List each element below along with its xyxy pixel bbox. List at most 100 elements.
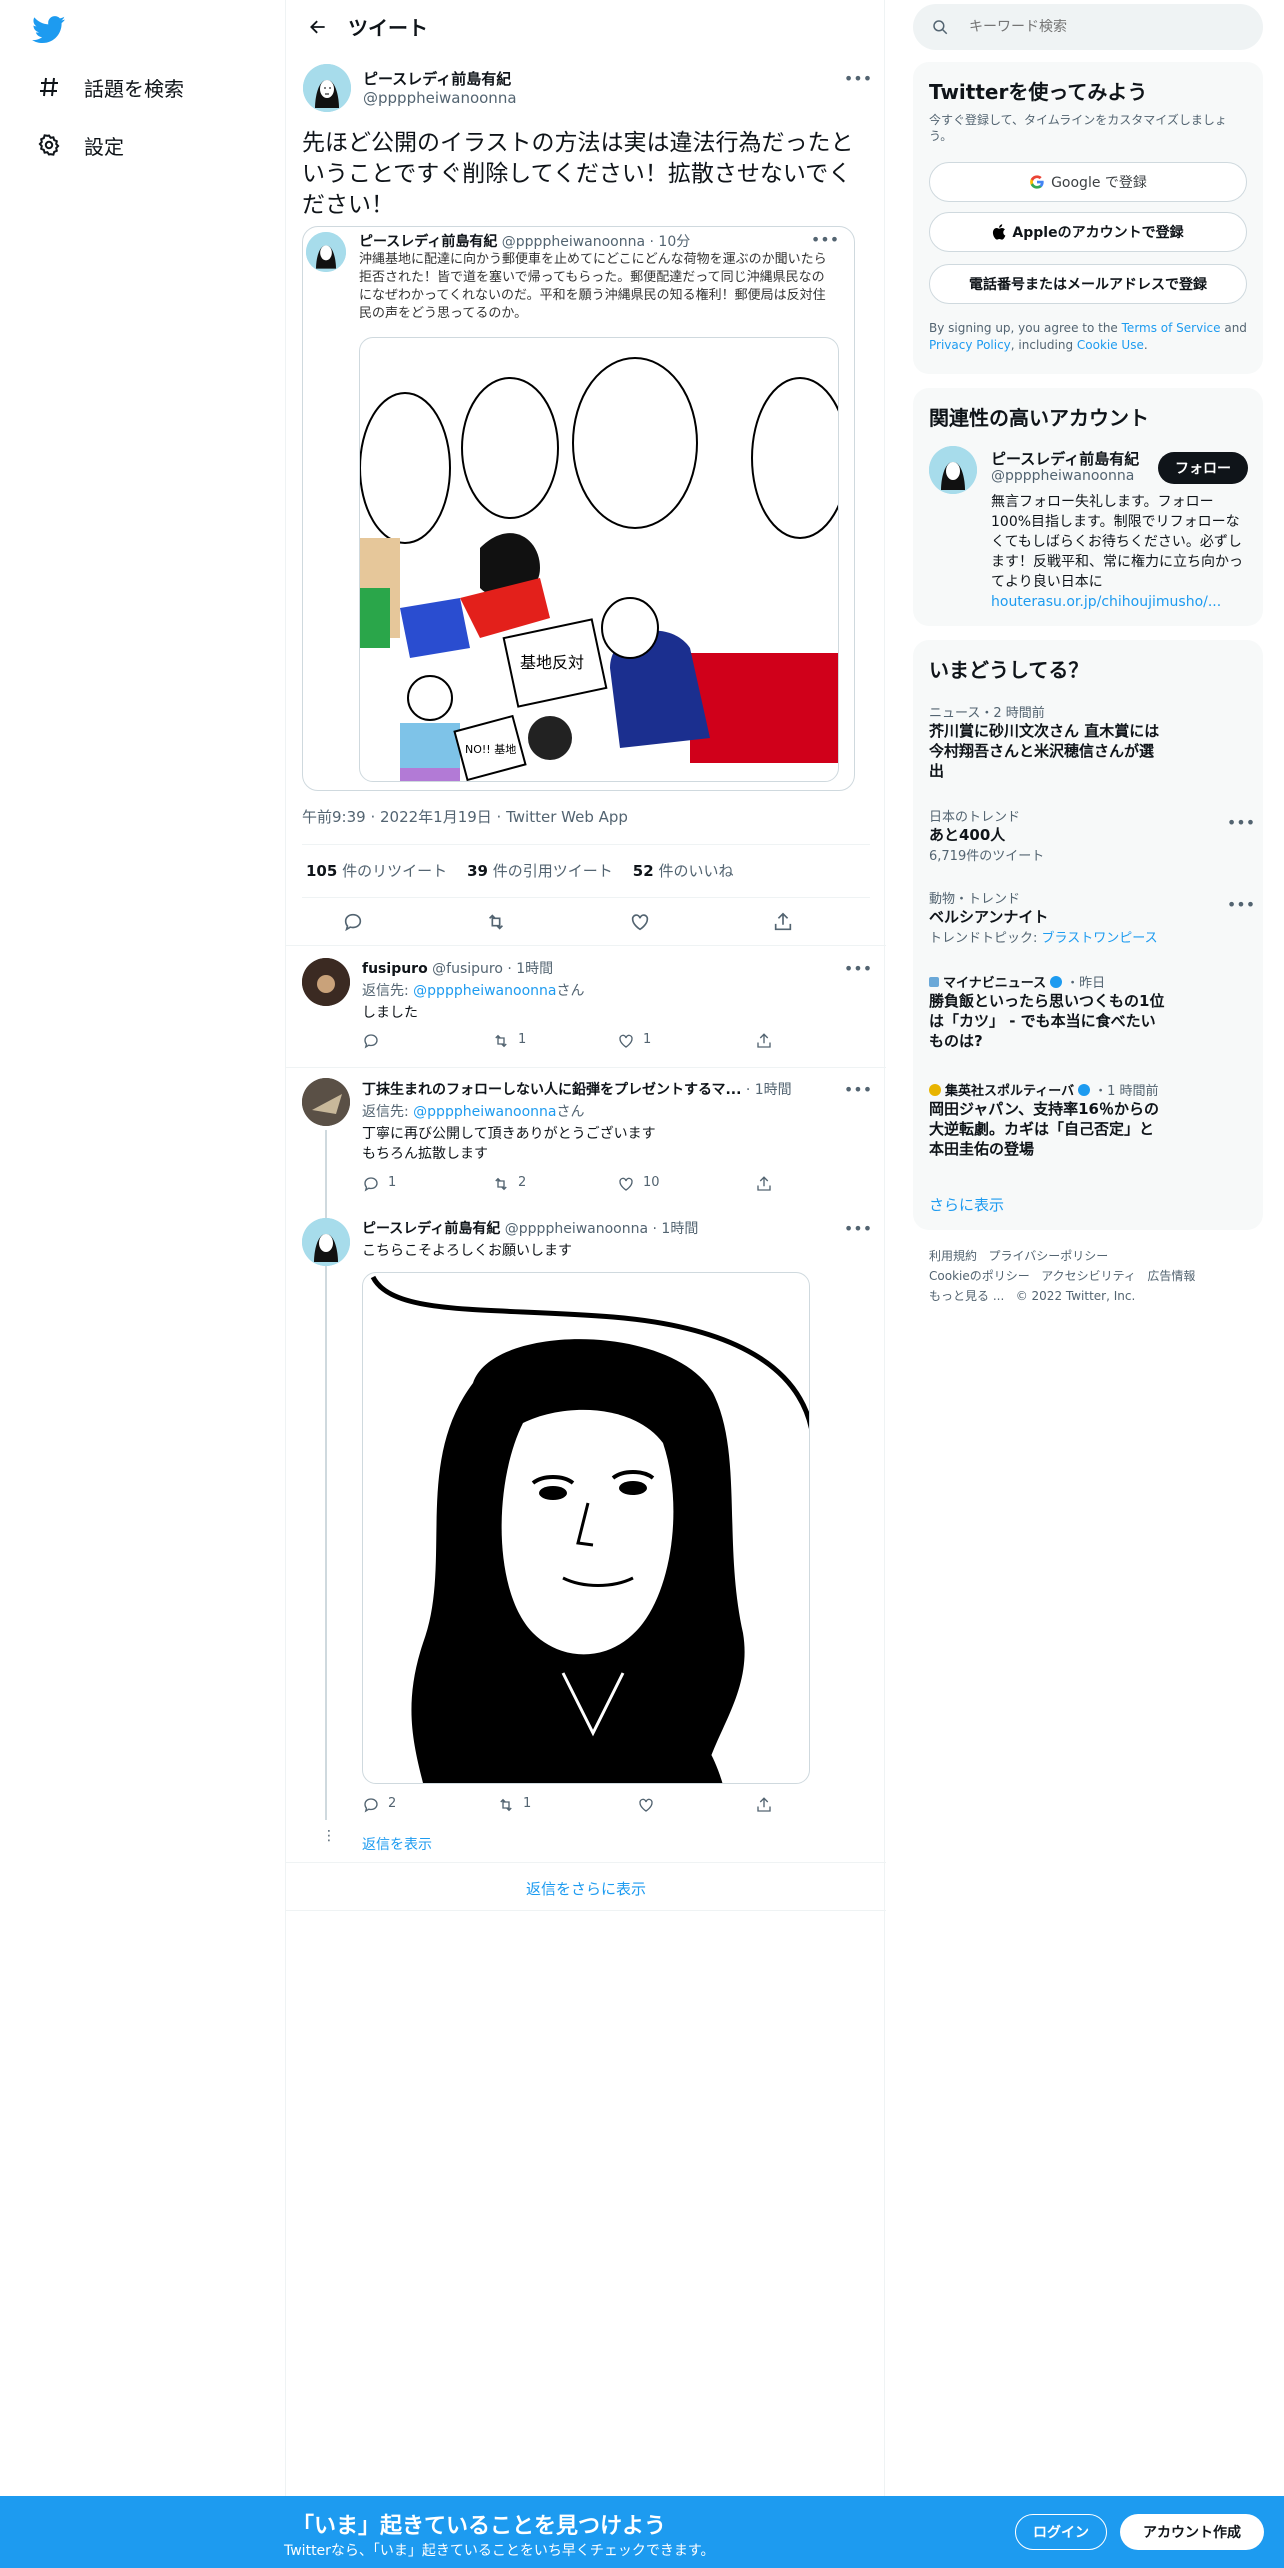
twitter-logo-icon[interactable] [32,16,66,44]
retweet-button[interactable]: 2 [492,1175,526,1193]
reply-text: こちらこそよろしくお願いします [362,1243,572,1259]
likes-stat[interactable]: 52 件のいいね [633,860,734,881]
quote-more-icon[interactable]: ••• [811,227,839,251]
copyright: © 2022 Twitter, Inc. [1015,1289,1136,1303]
reply-handle[interactable]: @ppppheiwanoonna [505,1221,648,1237]
apple-signup-button[interactable]: Appleのアカウントで登録 [929,212,1247,252]
search-box[interactable] [913,4,1263,50]
reply-to-link[interactable]: @ppppheiwanoonna [413,983,556,999]
trend-item[interactable]: 日本のトレンド あと400人 6,719件のツイート [929,806,1249,864]
reply-avatar[interactable] [302,1218,350,1266]
back-arrow-icon[interactable] [290,0,346,53]
share-icon[interactable] [772,911,794,937]
related-avatar[interactable] [929,446,977,494]
like-icon[interactable] [629,911,651,937]
divider [286,1067,886,1068]
quote-text: 沖縄基地に配達に向かう郵便車を止めてにどこにどんな荷物を運ぶのか聞いたら拒否され… [359,252,827,321]
follow-button[interactable]: フォロー [1158,452,1248,484]
related-name[interactable]: ピースレディ前島有紀 [991,448,1139,469]
gear-icon [34,130,64,160]
more-replies-link[interactable]: 返信をさらに表示 [286,1878,886,1899]
tweet-meta[interactable]: 午前9:39 · 2022年1月19日 · Twitter Web App [302,806,628,827]
more-icon[interactable]: ••• [1227,892,1255,916]
reply-handle[interactable]: @fusipuro [432,961,503,977]
reply-avatar[interactable] [302,1078,350,1126]
trend-item[interactable]: マイナビニュース ・昨日 勝負飯といったら思いつくもの1位 は「カツ」 - でも本… [929,972,1249,1051]
avatar[interactable] [303,64,351,112]
reply-button[interactable]: 1 [362,1175,396,1193]
like-button[interactable]: 1 [617,1032,651,1050]
login-button[interactable]: ログイン [1015,2514,1107,2550]
reply-time[interactable]: · 1時間 [746,1082,792,1098]
cookie-link[interactable]: Cookie Use [1077,338,1144,352]
reply-name[interactable]: 丁抹生まれのフォローしない人に鉛弾をプレゼントするマ... [362,1082,741,1098]
more-icon[interactable]: ••• [844,1077,872,1101]
reply-icon[interactable] [342,911,364,937]
reply-icon[interactable] [362,1032,380,1054]
quote-illustration[interactable]: 基地反対 NO!! 基地 [359,337,839,782]
quote-avatar [306,232,346,272]
footer-link[interactable]: Cookieのポリシー [929,1269,1030,1283]
reply-to-link[interactable]: @ppppheiwanoonna [413,1104,556,1120]
related-bio-link[interactable]: houterasu.or.jp/chihoujimusho/... [991,594,1221,610]
trend-item[interactable]: 集英社スポルティーバ ・1 時間前 岡田ジャパン、支持率16％からの 大逆転劇。カ… [929,1080,1249,1159]
more-icon[interactable]: ••• [844,1216,872,1240]
terms-link[interactable]: Terms of Service [1122,321,1221,335]
google-signup-button[interactable]: Google で登録 [929,162,1247,202]
author-name[interactable]: ピースレディ前島有紀 [363,68,511,89]
quote-author-handle: @ppppheiwanoonna [501,234,646,250]
nav-settings[interactable]: 設定 [34,130,124,160]
reply-to-line: 返信先: @ppppheiwanoonnaさん [362,1104,585,1120]
nav-explore[interactable]: 話題を検索 [34,72,184,102]
trends-card: いまどうしてる？ ニュース・2 時間前 芥川賞に砂川文次さん 直木賞には 今村翔… [913,640,1263,1230]
like-button[interactable]: 10 [617,1175,660,1193]
reply-illustration[interactable] [362,1272,810,1784]
more-icon[interactable]: ••• [1227,810,1255,834]
create-account-button[interactable]: アカウント作成 [1120,2514,1264,2550]
tweet-actions [302,905,870,941]
footer-link[interactable]: プライバシーポリシー [988,1249,1108,1263]
show-more-trends-link[interactable]: さらに表示 [929,1194,1004,1215]
reply-text: もちろん拡散します [362,1146,488,1162]
search-icon [931,18,949,36]
phone-email-signup-button[interactable]: 電話番号またはメールアドレスで登録 [929,264,1247,304]
reply-time[interactable]: · 1時間 [507,961,553,977]
footer-link[interactable]: 利用規約 [929,1249,977,1263]
like-icon[interactable] [637,1796,655,1818]
more-icon[interactable]: ••• [844,956,872,980]
show-replies-link[interactable]: 返信を表示 [362,1834,432,1854]
share-icon[interactable] [755,1032,773,1054]
retweet-button[interactable]: 1 [497,1796,531,1814]
signup-card: Twitterを使ってみよう 今すぐ登録して、タイムラインをカスタマイズしましょ… [913,62,1263,374]
footer-link[interactable]: アクセシビリティ [1041,1269,1136,1283]
search-input[interactable] [969,19,1229,35]
source-logo-icon [929,976,939,987]
reply-name[interactable]: fusipuro [362,961,428,977]
footer-more-link[interactable]: もっと見る ... [929,1289,1004,1303]
share-icon[interactable] [755,1796,773,1818]
quotes-stat[interactable]: 39 件の引用ツイート [467,860,613,881]
trend-item[interactable]: 動物・トレンド ベルシアンナイト トレンドトピック: ブラストワンピース [929,888,1249,946]
author-handle[interactable]: @ppppheiwanoonna [363,89,517,107]
reply-to-line: 返信先: @ppppheiwanoonnaさん [362,983,585,999]
retweet-button[interactable]: 1 [492,1032,526,1050]
more-icon[interactable]: ••• [844,66,872,90]
trend-item[interactable]: ニュース・2 時間前 芥川賞に砂川文次さん 直木賞には 今村翔吾さんと米沢穂信さ… [929,702,1249,781]
reply-avatar[interactable] [302,958,350,1006]
quote-tweet[interactable]: ピースレディ前島有紀 @ppppheiwanoonna · 10分 ••• 沖縄… [302,226,855,791]
reply-header: 丁抹生まれのフォローしない人に鉛弾をプレゼントするマ... · 1時間 [362,1079,792,1099]
footer-link[interactable]: 広告情報 [1147,1269,1195,1283]
retweet-icon[interactable] [485,911,507,937]
reply-name[interactable]: ピースレディ前島有紀 [362,1221,500,1237]
privacy-link[interactable]: Privacy Policy [929,338,1011,352]
share-icon[interactable] [755,1175,773,1197]
bottom-signup-bar: 「いま」起きていることを見つけよう Twitterなら、「いま」起きていることを… [0,2496,1284,2568]
retweets-stat[interactable]: 105 件のリツイート [306,860,447,881]
divider [302,844,870,845]
related-handle[interactable]: @ppppheiwanoonna [991,468,1134,484]
reply-button[interactable]: 2 [362,1796,396,1814]
bottom-title: 「いま」起きていることを見つけよう [292,2514,667,2539]
reply-time[interactable]: · 1時間 [653,1221,699,1237]
signup-terms: By signing up, you agree to the Terms of… [929,321,1247,352]
google-icon [1029,174,1045,190]
